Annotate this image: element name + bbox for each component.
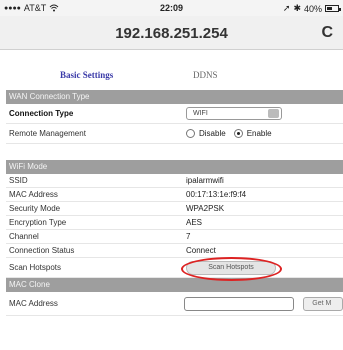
info-row: MAC Address 00:17:13:1e:f9:f4 — [6, 188, 343, 202]
tab-basic-settings[interactable]: Basic Settings — [60, 70, 113, 80]
radio-enable-label: Enable — [246, 129, 272, 138]
url-text[interactable]: 192.168.251.254 — [0, 25, 343, 42]
remote-management-row: Remote Management Disable Enable — [6, 124, 343, 144]
mac-address-input[interactable] — [184, 296, 295, 311]
radio-disable[interactable] — [186, 129, 195, 138]
info-row: Channel 7 — [6, 230, 343, 244]
bluetooth-icon: ✱ — [293, 3, 301, 13]
status-right: ➚ ✱ 40% — [282, 3, 341, 14]
radio-disable-label: Disable — [199, 129, 226, 138]
battery-percent: 40% — [303, 3, 322, 14]
remote-management-radios: Disable Enable — [186, 129, 272, 138]
connection-status-label: Connection Status — [9, 246, 75, 255]
section-header-wan: WAN Connection Type — [6, 90, 343, 104]
info-row: Security Mode WPA2PSK — [6, 202, 343, 216]
radio-enable[interactable] — [233, 129, 243, 138]
connection-status-value: Connect — [186, 246, 216, 255]
scan-hotspots-button[interactable]: Scan Hotspots — [181, 256, 282, 281]
ssid-label: SSID — [9, 176, 28, 185]
channel-value: 7 — [186, 232, 191, 241]
battery-icon — [325, 5, 341, 12]
connection-type-value: WIFI — [193, 110, 208, 117]
chevron-down-icon — [268, 109, 279, 118]
security-mode-value: WPA2PSK — [186, 204, 225, 213]
mac-clone-row: MAC Address Get M — [6, 292, 343, 316]
get-mac-button[interactable]: Get M — [303, 296, 343, 311]
info-row: Connection Status Connect — [6, 244, 343, 258]
remote-management-label: Remote Management — [9, 129, 86, 138]
ssid-value: ipalarmwifi — [186, 176, 224, 185]
mac-address-label: MAC Address — [9, 190, 58, 199]
info-row: SSID ipalarmwifi — [6, 174, 343, 188]
connection-type-row: Connection Type WIFI — [6, 104, 343, 124]
scan-hotspots-row: Scan Hotspots Scan Hotspots — [6, 256, 343, 281]
encryption-type-value: AES — [186, 218, 203, 227]
connection-type-label: Connection Type — [9, 109, 74, 118]
status-bar: ●●●● AT&T 22:09 ➚ ✱ 40% — [0, 0, 343, 16]
location-icon: ➚ — [282, 3, 291, 13]
reload-icon[interactable]: C — [321, 24, 333, 42]
connection-type-select[interactable]: WIFI — [186, 107, 282, 120]
address-bar[interactable]: 192.168.251.254 C — [0, 16, 343, 50]
encryption-type-label: Encryption Type — [9, 218, 67, 227]
info-row: Encryption Type AES — [6, 216, 343, 230]
mac-clone-label: MAC Address — [9, 299, 58, 308]
tab-ddns[interactable]: DDNS — [193, 70, 218, 80]
settings-tabs: Basic Settings DDNS — [6, 50, 343, 90]
scan-hotspots-label: Scan Hotspots — [9, 263, 62, 272]
highlight-circle — [181, 256, 282, 281]
security-mode-label: Security Mode — [9, 204, 61, 213]
mac-address-value: 00:17:13:1e:f9:f4 — [186, 190, 247, 199]
section-header-mac-clone: MAC Clone — [6, 278, 343, 292]
channel-label: Channel — [9, 232, 39, 241]
router-settings-page: Basic Settings DDNS WAN Connection Type … — [6, 50, 343, 350]
section-header-wifi: WiFi Mode — [6, 160, 343, 174]
